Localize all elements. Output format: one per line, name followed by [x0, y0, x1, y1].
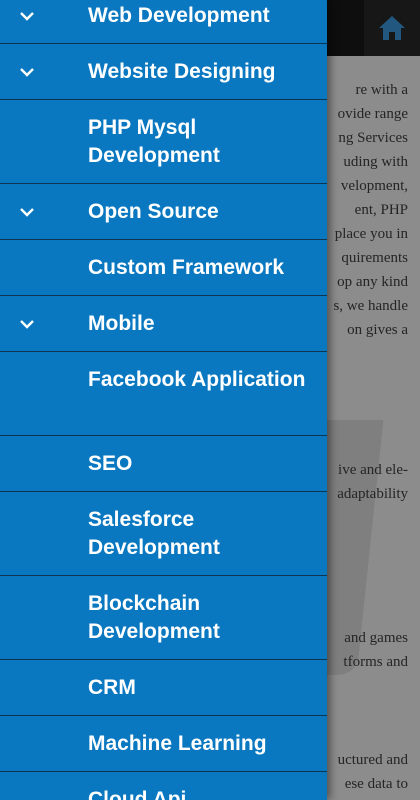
menu-item-cloud-api[interactable]: Cloud Api [0, 772, 327, 800]
menu-item-seo[interactable]: SEO [0, 436, 327, 492]
menu-item-label: Salesforce Development [88, 508, 220, 559]
menu-item-label: Machine Learning [88, 732, 267, 755]
chevron-down-icon[interactable] [18, 63, 36, 81]
menu-item-label: Open Source [88, 200, 219, 223]
menu-item-label: Custom Framework [88, 256, 285, 279]
menu-item-label: Facebook Application [88, 368, 306, 391]
menu-item-crm[interactable]: CRM [0, 660, 327, 716]
menu-item-custom-framework[interactable]: Custom Framework [0, 240, 327, 296]
menu-item-label: SEO [88, 452, 133, 475]
menu-item-facebook-application[interactable]: Facebook Application [0, 352, 327, 436]
menu-item-label: Website Designing [88, 60, 276, 83]
menu-item-web-development[interactable]: Web Development [0, 0, 327, 44]
menu-item-mobile[interactable]: Mobile [0, 296, 327, 352]
chevron-down-icon[interactable] [18, 7, 36, 25]
menu-item-label: CRM [88, 676, 136, 699]
menu-item-label: Mobile [88, 312, 155, 335]
menu-item-machine-learning[interactable]: Machine Learning [0, 716, 327, 772]
chevron-down-icon[interactable] [18, 203, 36, 221]
menu-item-label: Cloud Api [88, 788, 187, 800]
navigation-drawer: Web Development Website Designing PHP My… [0, 0, 327, 800]
chevron-down-icon[interactable] [18, 315, 36, 333]
menu-item-salesforce-development[interactable]: Salesforce Development [0, 492, 327, 576]
menu-item-label: Web Development [88, 4, 270, 27]
menu-item-php-mysql-development[interactable]: PHP Mysql Development [0, 100, 327, 184]
menu-item-open-source[interactable]: Open Source [0, 184, 327, 240]
menu-item-blockchain-development[interactable]: Blockchain Development [0, 576, 327, 660]
menu-item-label: PHP Mysql Development [88, 116, 220, 167]
menu-item-label: Blockchain Development [88, 592, 220, 643]
menu-item-website-designing[interactable]: Website Designing [0, 44, 327, 100]
